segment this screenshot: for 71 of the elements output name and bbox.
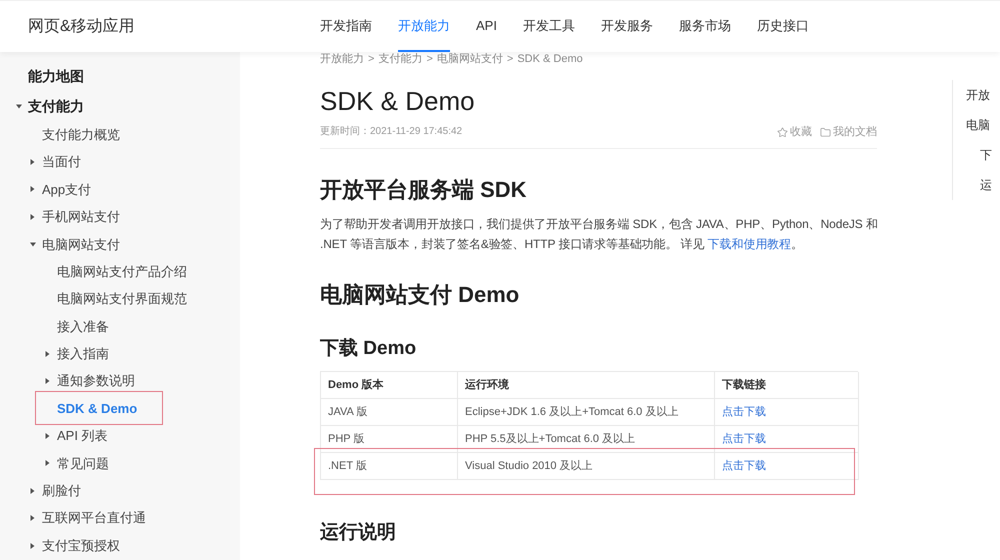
sidebar-item[interactable]: 当面付	[0, 148, 240, 176]
sidebar-item[interactable]: 支付能力	[0, 91, 240, 121]
caret-right-icon	[45, 350, 50, 357]
download-link[interactable]: 点击下载	[722, 404, 766, 420]
tutorial-link[interactable]: 下载和使用教程	[708, 237, 791, 251]
nav-tab[interactable]: 开发服务	[600, 1, 653, 52]
nav-tab[interactable]: API	[476, 1, 497, 52]
sidebar-item[interactable]: 刷脸付	[0, 477, 240, 504]
column-header: 运行环境	[458, 372, 715, 399]
sidebar-item[interactable]: SDK & Demo	[0, 394, 240, 422]
caret-right-icon	[30, 542, 35, 549]
nav-tab[interactable]: 历史接口	[756, 1, 809, 52]
breadcrumb-link[interactable]: 开放能力	[320, 53, 364, 65]
caret-right-icon	[45, 432, 50, 439]
column-header: 下载链接	[715, 372, 859, 399]
table-cell: JAVA 版	[321, 399, 458, 426]
site-title: 网页&移动应用	[28, 16, 135, 36]
sidebar-item[interactable]: 支付宝预授权	[0, 532, 240, 560]
caret-right-icon	[45, 378, 50, 384]
sidebar-item[interactable]: 接入指南	[0, 340, 240, 368]
sidebar-item[interactable]: API 列表	[0, 422, 240, 450]
sidebar-item[interactable]: 支付能力概览	[0, 121, 240, 148]
toc-item[interactable]: 电脑	[966, 110, 1000, 140]
sidebar-item[interactable]: 电脑网站支付	[0, 230, 240, 258]
nav-tab[interactable]: 开放能力	[398, 1, 450, 52]
breadcrumb-separator: >	[368, 53, 374, 65]
table-cell: PHP 5.5及以上+Tomcat 6.0 及以上	[458, 426, 715, 453]
breadcrumb-link[interactable]: 电脑网站支付	[436, 53, 503, 65]
section-heading: 电脑网站支付 Demo	[320, 281, 520, 309]
caret-right-icon	[30, 186, 35, 192]
download-link[interactable]: 点击下载	[722, 458, 766, 474]
caret-right-icon	[45, 460, 50, 466]
sidebar-item[interactable]: App支付	[0, 176, 240, 204]
sidebar-item[interactable]: 手机网站支付	[0, 203, 240, 231]
sidebar-item[interactable]: 电脑网站支付界面规范	[0, 285, 240, 313]
folder-icon	[820, 126, 831, 138]
caret-right-icon	[30, 159, 35, 166]
sidebar-item[interactable]: 接入准备	[0, 312, 240, 340]
caret-down-icon	[16, 104, 22, 108]
section-heading: 开放平台服务端 SDK	[320, 176, 528, 204]
sidebar-item[interactable]: 互联网平台直付通	[0, 504, 240, 532]
nav-tab[interactable]: 服务市场	[678, 1, 731, 52]
table-cell: PHP 版	[321, 426, 458, 453]
breadcrumb-link[interactable]: SDK & Demo	[517, 53, 583, 65]
toc-item[interactable]: 下	[966, 140, 1000, 170]
nav-tab[interactable]: 开发指南	[320, 1, 372, 52]
download-link[interactable]: 点击下载	[722, 430, 766, 448]
breadcrumb-separator: >	[426, 53, 433, 65]
page-title: SDK & Demo	[320, 85, 476, 117]
subsection-heading: 下载 Demo	[320, 337, 418, 361]
star-icon	[777, 126, 788, 138]
caret-right-icon	[30, 214, 35, 220]
table-cell: Eclipse+JDK 1.6 及以上+Tomcat 6.0 及以上	[458, 399, 715, 426]
toc-item[interactable]: 开放	[966, 80, 1000, 110]
caret-right-icon	[30, 515, 35, 522]
column-header: Demo 版本	[321, 372, 458, 399]
sidebar-item[interactable]: 电脑网站支付产品介绍	[0, 258, 240, 286]
sidebar-item[interactable]: 通知参数说明	[0, 368, 240, 395]
toc-item[interactable]: 运	[966, 170, 1000, 200]
nav-tab[interactable]: 开发工具	[522, 1, 575, 52]
breadcrumb-link[interactable]: 支付能力	[378, 53, 422, 65]
caret-down-icon	[30, 242, 36, 247]
table-cell: Visual Studio 2010 及以上	[458, 453, 715, 480]
update-time: 更新时间：2021-11-29 17:45:42	[320, 124, 462, 139]
sidebar-item[interactable]: 常见问题	[0, 450, 240, 478]
sidebar-item[interactable]: 能力地图	[0, 61, 240, 91]
caret-right-icon	[30, 488, 35, 494]
paragraph: 为了帮助开发者调用开放接口，我们提供了开放平台服务端 SDK，包含 JAVA、PHP、Python、NodeJS 和 .NET 等语言版本，封装了签名&验签、HTTP 接口请求等基础功能。 详见 下载和使用教程。	[320, 216, 879, 253]
breadcrumb-separator: >	[506, 53, 514, 65]
table-cell: .NET 版	[321, 453, 458, 480]
subsection-heading: 运行说明	[320, 521, 397, 545]
